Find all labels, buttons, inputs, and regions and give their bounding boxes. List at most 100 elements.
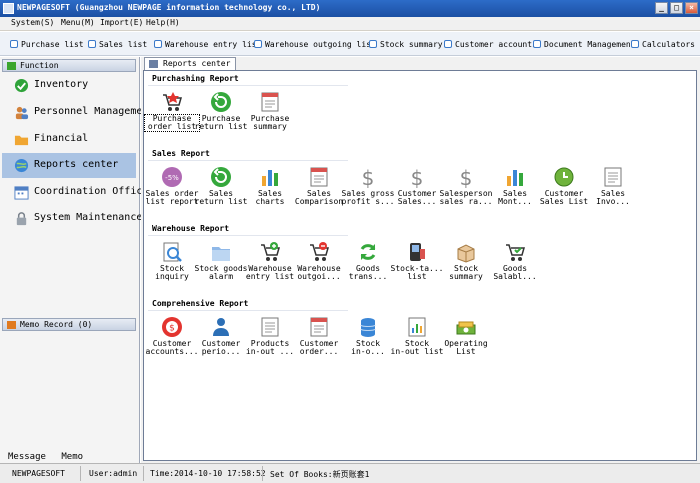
report-sales-charts[interactable]: Sales charts xyxy=(245,166,295,226)
svg-text:$: $ xyxy=(169,324,175,334)
report-customer-sales-list[interactable]: Customer Sales List xyxy=(539,166,589,226)
report-customer-order[interactable]: Customer order... xyxy=(294,316,344,376)
report-warehouse-outgoing[interactable]: Warehouse outgoi... xyxy=(294,241,344,301)
report-stock-summary[interactable]: Stock summary xyxy=(441,241,491,301)
database-icon xyxy=(360,318,376,337)
section-divider xyxy=(148,235,348,236)
chart-document-icon xyxy=(408,317,426,337)
summary-icon xyxy=(261,92,279,112)
document-icon xyxy=(533,40,541,48)
report-goods-salable[interactable]: Goods Salabl... xyxy=(490,241,540,301)
svg-text:$: $ xyxy=(460,166,473,188)
sidebar: Function Inventory Personnel Management … xyxy=(0,57,154,463)
maximize-button[interactable]: □ xyxy=(670,2,683,14)
sidebar-bottom-tabs: Message Memo xyxy=(8,452,83,462)
report-stock-goods-alarm[interactable]: Stock goods alarm xyxy=(195,241,247,301)
status-user: User:admin xyxy=(89,469,138,478)
reports-panel: Purchashing Report Purchase order list P… xyxy=(143,70,697,461)
close-button[interactable]: × xyxy=(685,2,698,14)
return-icon xyxy=(211,92,231,112)
toolbar-calculators[interactable]: Calculators xyxy=(631,38,695,50)
calculator-icon xyxy=(631,40,639,48)
report-purchase-return-list[interactable]: Purchase return list xyxy=(195,91,247,151)
sidebar-item-reports-center[interactable]: Reports center xyxy=(2,153,136,178)
document-icon xyxy=(444,40,452,48)
dollar-icon: $ xyxy=(460,166,473,188)
report-stock-taking-list[interactable]: Stock-ta... list xyxy=(391,241,443,301)
memo-icon xyxy=(7,321,16,329)
toolbar-purchase-list[interactable]: Purchase list xyxy=(10,38,84,50)
minimize-button[interactable]: _ xyxy=(655,2,668,14)
function-header[interactable]: Function xyxy=(2,59,136,72)
toolbar-customer-accounts[interactable]: Customer accounts xyxy=(444,38,537,50)
report-icon xyxy=(149,60,158,68)
toolbar-warehouse-outgoing-list[interactable]: Warehouse outgoing list xyxy=(254,38,376,50)
tab-reports-center[interactable]: Reports center xyxy=(144,57,237,70)
memo-record-header[interactable]: Memo Record (0) xyxy=(2,318,136,331)
report-sales-comparison[interactable]: Sales Comparison xyxy=(294,166,344,226)
report-sales-invoice[interactable]: Sales Invo... xyxy=(588,166,638,226)
menu-help[interactable]: Help(H) xyxy=(146,18,180,27)
lock-icon xyxy=(16,212,27,226)
report-stock-in-out[interactable]: Stock in-o... xyxy=(343,316,393,376)
sidebar-item-inventory[interactable]: Inventory xyxy=(2,73,136,98)
report-sales-order-list[interactable]: -5% Sales order list report xyxy=(146,166,198,226)
message-tab[interactable]: Message xyxy=(8,452,46,462)
money-icon: $ xyxy=(162,317,182,337)
summary-icon xyxy=(310,317,328,337)
document-icon xyxy=(88,40,96,48)
report-customer-sales[interactable]: $ Customer Sales... xyxy=(392,166,442,226)
report-customer-accounts[interactable]: $ Customer accounts... xyxy=(146,316,198,376)
status-separator xyxy=(80,466,81,481)
menu-menu[interactable]: Menu(M) xyxy=(61,18,95,27)
report-purchase-order-list[interactable]: Purchase order list xyxy=(144,91,200,151)
report-sales-monthly[interactable]: Sales Mont... xyxy=(490,166,540,226)
cart-remove-icon xyxy=(310,242,329,261)
folder-icon xyxy=(212,247,230,261)
sidebar-item-personnel-management[interactable]: Personnel Management xyxy=(2,100,154,125)
report-products-in-out[interactable]: Products in-out ... xyxy=(245,316,295,376)
menu-import[interactable]: Import(E) xyxy=(100,18,143,27)
document-icon xyxy=(254,40,262,48)
report-purchase-summary[interactable]: Purchase summary xyxy=(245,91,295,151)
magnifier-icon xyxy=(163,242,182,262)
report-warehouse-entry-list[interactable]: Warehouse entry list xyxy=(245,241,295,301)
toolbar-stock-summary[interactable]: Stock summary xyxy=(369,38,443,50)
status-bar: NEWPAGESOFT User:admin Time:2014-10-10 1… xyxy=(0,463,700,483)
report-stock-in-out-list[interactable]: Stock in-out list xyxy=(391,316,443,376)
sidebar-item-coordination-office[interactable]: Coordination Office xyxy=(2,180,148,205)
toolbar-document-management[interactable]: Document Management xyxy=(533,38,636,50)
status-set-of-books: Set Of Books:新页账套1 xyxy=(270,470,370,479)
document-icon xyxy=(154,40,162,48)
report-salesperson-sales-ranking[interactable]: $ Salesperson sales ra... xyxy=(440,166,493,226)
menu-system[interactable]: System(S) xyxy=(11,18,54,27)
cart-icon xyxy=(506,244,525,261)
return-icon xyxy=(211,167,231,187)
section-title-warehouse: Warehouse Report xyxy=(152,224,230,233)
toolbar-sales-list[interactable]: Sales list xyxy=(88,38,147,50)
svg-text:$: $ xyxy=(362,166,375,188)
report-customer-period[interactable]: Customer perio... xyxy=(196,316,246,376)
check-icon xyxy=(14,78,29,93)
sidebar-item-financial[interactable]: Financial xyxy=(2,127,136,152)
memo-tab[interactable]: Memo xyxy=(61,452,83,462)
section-title-purchasing: Purchashing Report xyxy=(152,74,239,83)
title-bar: NEWPAGESOFT (Guangzhou NEWPAGE informati… xyxy=(0,0,700,17)
box-icon xyxy=(457,244,475,263)
report-stock-inquiry[interactable]: Stock inquiry xyxy=(147,241,197,301)
table-icon xyxy=(310,167,328,187)
section-title-sales: Sales Report xyxy=(152,149,210,158)
toolbar-warehouse-entry-list[interactable]: Warehouse entry list xyxy=(154,38,261,50)
report-sales-gross-profit[interactable]: $ Sales gross profit s... xyxy=(342,166,395,226)
main-area: Reports center Purchashing Report Purcha… xyxy=(141,57,700,463)
report-goods-transfer[interactable]: Goods trans... xyxy=(343,241,393,301)
report-operating-list[interactable]: Operating List xyxy=(441,316,491,376)
report-sales-return-list[interactable]: Sales return list xyxy=(195,166,247,226)
folder-icon xyxy=(14,135,29,146)
status-separator xyxy=(262,466,263,481)
status-separator xyxy=(143,466,144,481)
sidebar-item-system-maintenance[interactable]: System Maintenance xyxy=(2,206,142,231)
discount-icon: -5% xyxy=(162,167,182,187)
people-icon xyxy=(15,106,29,120)
bar-chart-icon xyxy=(262,170,278,186)
